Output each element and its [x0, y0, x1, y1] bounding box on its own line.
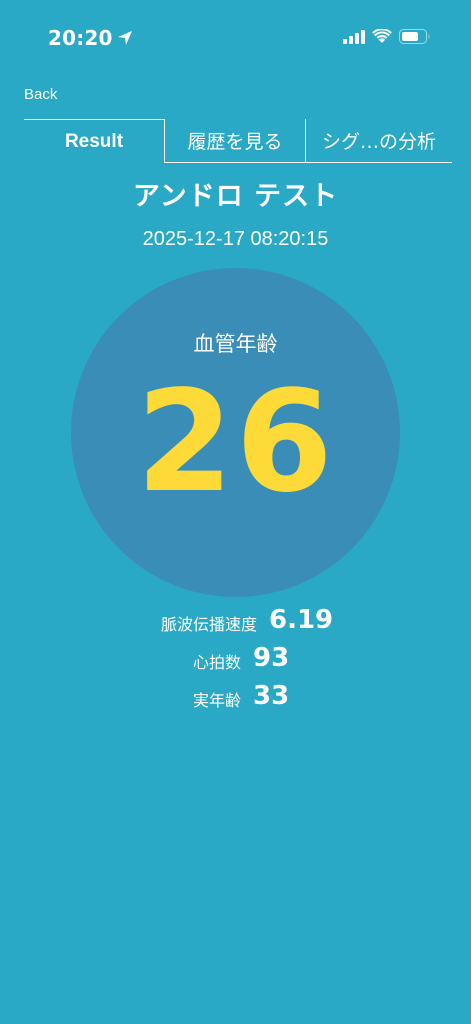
status-time: 20:20 [48, 26, 133, 50]
vascular-age-circle: 血管年齢 26 [71, 268, 400, 597]
metric-label: 脈波伝播速度 [160, 615, 257, 634]
tab-signal-analysis[interactable]: シグ…の分析 [306, 119, 452, 163]
metric-heart-rate: 心拍数 93 [0, 643, 471, 677]
vascular-age-value: 26 [136, 361, 335, 524]
status-time-text: 20:20 [48, 26, 113, 50]
metric-value: 33 [253, 681, 290, 711]
metric-value: 93 [253, 643, 290, 673]
metric-value: 6.19 [269, 605, 334, 635]
location-arrow-icon [117, 31, 132, 45]
vascular-age-label: 血管年齢 [193, 332, 278, 356]
back-button[interactable]: Back [24, 86, 57, 103]
metric-label: 心拍数 [192, 653, 241, 672]
page-title: アンドロ テスト [132, 181, 339, 212]
status-bar: 20:20 [0, 0, 471, 76]
wifi-icon [372, 29, 392, 43]
metric-pulse-wave-velocity: 脈波伝播速度 6.19 [0, 605, 471, 639]
measurement-timestamp: 2025-12-17 08:20:15 [142, 228, 329, 250]
tab-history[interactable]: 履歴を見る [165, 119, 306, 163]
tab-result[interactable]: Result [24, 119, 165, 163]
segmented-tabs: Result 履歴を見る シグ…の分析 [24, 119, 452, 163]
cellular-signal-icon [343, 29, 365, 44]
metric-label: 実年齢 [192, 691, 241, 710]
battery-icon [399, 29, 430, 44]
metric-actual-age: 実年齢 33 [0, 681, 471, 715]
status-icons [343, 29, 431, 44]
